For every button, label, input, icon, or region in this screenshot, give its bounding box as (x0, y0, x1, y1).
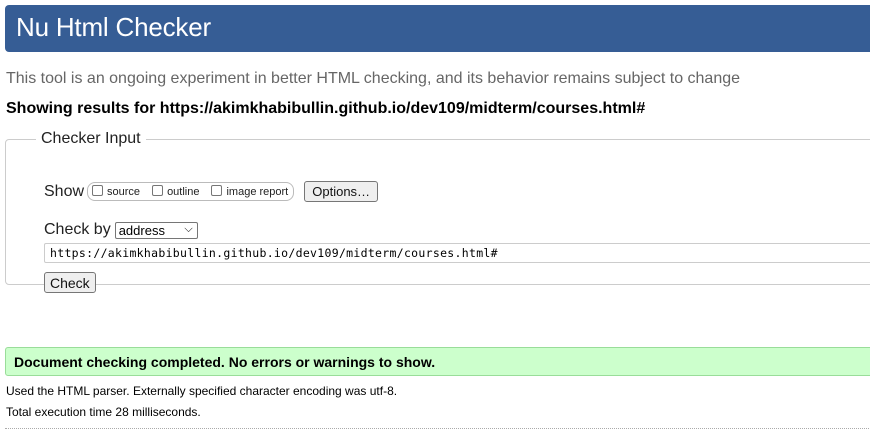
outline-checkbox[interactable] (152, 185, 164, 196)
options-button[interactable]: Options… (304, 181, 379, 202)
check-by-row: Check by address ⌵ (44, 221, 198, 239)
outline-option[interactable]: outline (152, 185, 200, 198)
parser-note: Used the HTML parser. Externally specifi… (6, 384, 398, 398)
check-button[interactable]: Check (44, 272, 96, 293)
check-by-select[interactable]: address ⌵ (114, 221, 198, 239)
showing-results-heading: Showing results for https://akimkhabibul… (6, 100, 646, 117)
app-header: Nu Html Checker (5, 5, 870, 52)
image-report-label: image report (226, 185, 289, 198)
source-option[interactable]: source (92, 185, 141, 198)
checker-input-fieldset: Checker Input Show source outline image … (5, 130, 870, 293)
image-report-checkbox[interactable] (211, 185, 223, 196)
show-options-group: source outline image report (87, 182, 295, 201)
divider (5, 428, 870, 429)
check-by-label: Check by (44, 221, 111, 238)
outline-label: outline (167, 185, 200, 198)
source-label: source (107, 185, 141, 198)
source-checkbox[interactable] (92, 185, 104, 196)
checker-input-legend: Checker Input (41, 130, 141, 147)
success-message: Document checking completed. No errors o… (5, 347, 870, 376)
check-by-value: address (118, 222, 165, 238)
url-input[interactable]: https://akimkhabibullin.github.io/dev109… (44, 243, 870, 263)
tagline: This tool is an ongoing experiment in be… (6, 70, 741, 87)
show-label: Show (44, 182, 85, 200)
show-row: Show source outline image report Options… (44, 181, 379, 202)
page-title: Nu Html Checker (16, 12, 211, 42)
chevron-down-icon: ⌵ (184, 222, 193, 235)
image-report-option[interactable]: image report (211, 185, 289, 198)
execution-time-note: Total execution time 28 milliseconds. (6, 405, 201, 419)
